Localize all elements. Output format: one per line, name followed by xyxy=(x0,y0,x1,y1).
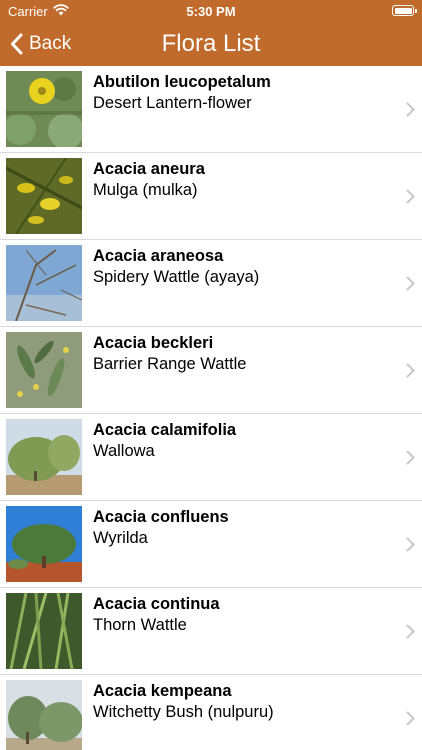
list-item[interactable]: Acacia calamifolia Wallowa xyxy=(0,414,422,501)
status-bar: Carrier 5:30 PM xyxy=(0,0,422,22)
chevron-right-icon xyxy=(406,276,415,291)
green-stems-thumbnail xyxy=(6,593,82,669)
status-time: 5:30 PM xyxy=(186,4,236,19)
tree-red-soil-thumbnail xyxy=(6,506,82,582)
list-item[interactable]: Acacia araneosa Spidery Wattle (ayaya) xyxy=(0,240,422,327)
sky-branches-thumbnail xyxy=(6,245,82,321)
common-name: Spidery Wattle (ayaya) xyxy=(93,268,260,286)
scientific-name: Acacia kempeana xyxy=(93,682,232,700)
scientific-name: Acacia continua xyxy=(93,595,220,613)
scientific-name: Acacia araneosa xyxy=(93,247,224,265)
chevron-right-icon xyxy=(406,450,415,465)
common-name: Desert Lantern-flower xyxy=(93,94,252,112)
bush-thumbnail xyxy=(6,680,82,750)
list-item[interactable]: Acacia confluens Wyrilda xyxy=(0,501,422,588)
common-name: Mulga (mulka) xyxy=(93,181,198,199)
common-name: Wallowa xyxy=(93,442,155,460)
chevron-right-icon xyxy=(406,624,415,639)
common-name: Wyrilda xyxy=(93,529,148,547)
list-item[interactable]: Abutilon leucopetalum Desert Lantern-flo… xyxy=(0,66,422,153)
list-item[interactable]: Acacia kempeana Witchetty Bush (nulpuru) xyxy=(0,675,422,750)
battery-icon xyxy=(392,5,417,16)
scientific-name: Acacia calamifolia xyxy=(93,421,237,439)
yellow-flower-thumbnail xyxy=(6,71,82,147)
wattle-leaves-thumbnail xyxy=(6,332,82,408)
chevron-right-icon xyxy=(406,102,415,117)
list-item[interactable]: Acacia continua Thorn Wattle xyxy=(0,588,422,675)
chevron-right-icon xyxy=(406,537,415,552)
page-title: Flora List xyxy=(161,30,261,57)
chevron-right-icon xyxy=(406,189,415,204)
common-name: Barrier Range Wattle xyxy=(93,355,247,373)
common-name: Witchetty Bush (nulpuru) xyxy=(93,703,274,721)
list-item[interactable]: Acacia beckleri Barrier Range Wattle xyxy=(0,327,422,414)
common-name: Thorn Wattle xyxy=(93,616,187,634)
navigation-bar: Back Flora List xyxy=(0,22,422,66)
list-item[interactable]: Acacia aneura Mulga (mulka) xyxy=(0,153,422,240)
scientific-name: Acacia beckleri xyxy=(93,334,214,352)
scientific-name: Abutilon leucopetalum xyxy=(93,73,271,91)
scientific-name: Acacia confluens xyxy=(93,508,229,526)
shrub-thumbnail xyxy=(6,419,82,495)
chevron-right-icon xyxy=(406,363,415,378)
yellow-blossom-thumbnail xyxy=(6,158,82,234)
flora-list: Abutilon leucopetalum Desert Lantern-flo… xyxy=(0,66,422,750)
scientific-name: Acacia aneura xyxy=(93,160,205,178)
chevron-right-icon xyxy=(406,711,415,726)
